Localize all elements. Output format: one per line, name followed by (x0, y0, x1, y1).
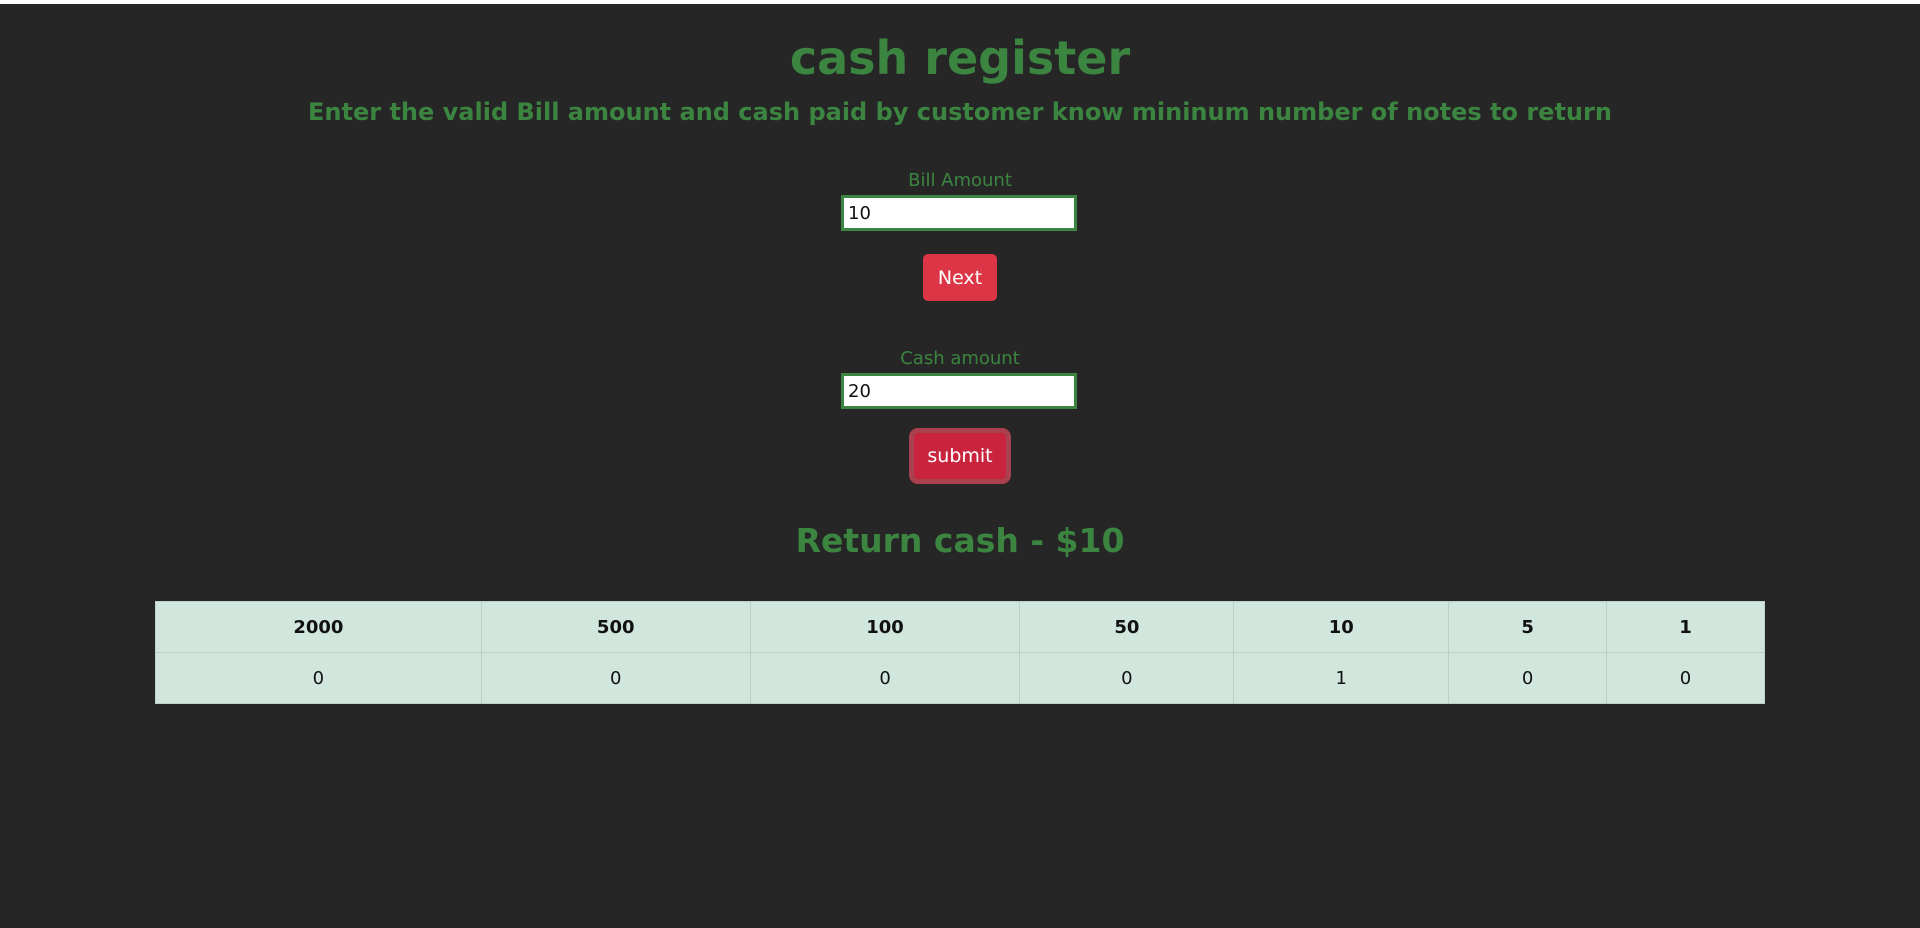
note-count-cell: 0 (155, 652, 482, 704)
denomination-header: 1 (1606, 601, 1765, 653)
note-count-cell: 0 (1448, 652, 1608, 704)
denomination-header: 10 (1233, 601, 1450, 653)
table-row: 0 0 0 0 1 0 0 (155, 652, 1765, 704)
return-cash-result: Return cash - $10 (795, 521, 1125, 560)
note-count-cell: 0 (1019, 652, 1235, 704)
notes-table: 2000 500 100 50 10 5 1 0 0 0 0 1 0 0 (155, 601, 1765, 704)
bill-amount-input[interactable] (841, 195, 1077, 231)
page-title: cash register (789, 31, 1131, 85)
denomination-header: 100 (749, 601, 1021, 653)
note-count-cell: 0 (749, 652, 1021, 704)
next-button[interactable]: Next (923, 254, 997, 301)
bill-amount-label: Bill Amount (908, 170, 1012, 191)
denomination-header: 2000 (155, 601, 482, 653)
page-subtitle: Enter the valid Bill amount and cash pai… (308, 98, 1612, 126)
note-count-cell: 1 (1233, 652, 1450, 704)
submit-button[interactable]: submit (909, 428, 1011, 484)
cash-amount-label: Cash amount (900, 348, 1020, 369)
page: cash register Enter the valid Bill amoun… (0, 4, 1920, 928)
denomination-header: 500 (480, 601, 751, 653)
note-count-cell: 0 (480, 652, 751, 704)
denomination-header: 5 (1448, 601, 1608, 653)
cash-amount-input[interactable] (841, 373, 1077, 409)
note-count-cell: 0 (1606, 652, 1765, 704)
table-header-row: 2000 500 100 50 10 5 1 (155, 601, 1765, 653)
denomination-header: 50 (1019, 601, 1235, 653)
